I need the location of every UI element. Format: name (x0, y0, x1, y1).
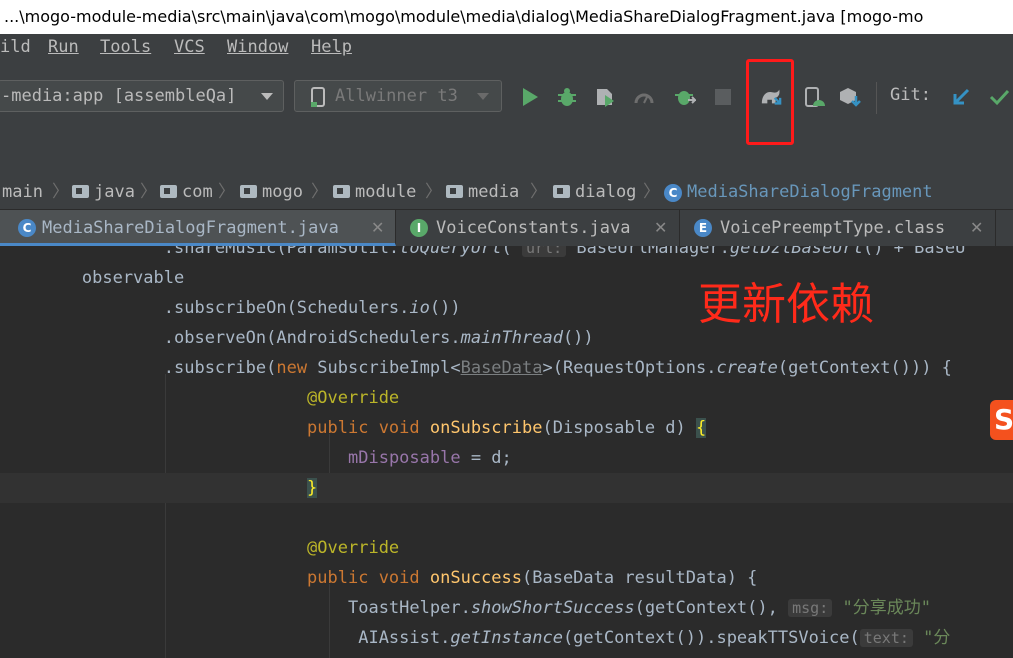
sdk-manager-icon[interactable] (839, 86, 861, 108)
tab-voice-preempt-type[interactable]: E VoicePreemptType.class ✕ (680, 210, 996, 246)
code-line: .shareMusic(ParamsUtil.toQueryUrl( url: … (0, 246, 1013, 263)
code-line: ToastHelper.showShortSuccess(getContext(… (0, 598, 931, 618)
breadcrumb-item[interactable]: media (446, 175, 519, 209)
tab-label: MediaShareDialogFragment.java (42, 218, 339, 238)
chevron-right-icon: 〉 (425, 182, 442, 202)
chevron-right-icon: 〉 (52, 182, 69, 202)
chevron-right-icon: 〉 (643, 182, 660, 202)
stop-icon[interactable] (712, 86, 734, 108)
chevron-right-icon: 〉 (530, 182, 547, 202)
chevron-down-icon (261, 93, 273, 100)
interface-icon: I (410, 219, 428, 237)
code-line: mDisposable = d; (348, 448, 512, 468)
breadcrumb-item[interactable]: C MediaShareDialogFragment (664, 175, 933, 209)
tab-media-share-dialog-fragment[interactable]: C MediaShareDialogFragment.java ✕ (0, 210, 396, 246)
breadcrumb: main 〉 java 〉 com 〉 mogo 〉 module 〉 medi… (0, 175, 1013, 209)
sogou-ime-badge[interactable]: S (990, 400, 1013, 440)
code-line: AIAssist.getInstance(getContext()).speak… (0, 628, 951, 648)
class-icon: C (664, 184, 682, 202)
code-line: .subscribe(new SubscribeImpl<BaseData>(R… (0, 358, 952, 378)
editor-tabs: C MediaShareDialogFragment.java ✕ I Voic… (0, 209, 1013, 246)
profile-icon[interactable] (633, 86, 655, 108)
git-label: Git: (890, 85, 931, 105)
highlight-box (746, 59, 794, 145)
breadcrumb-item[interactable]: dialog (553, 175, 636, 209)
device-select[interactable]: Allwinner t3 (294, 80, 502, 112)
folder-icon (333, 185, 350, 198)
avd-manager-icon[interactable] (803, 86, 825, 108)
code-line: public void onSubscribe(Disposable d) { (307, 418, 707, 438)
tab-label: VoiceConstants.java (436, 218, 631, 238)
folder-icon (72, 185, 89, 198)
device-label: Allwinner t3 (335, 86, 458, 106)
attach-debugger-icon[interactable] (674, 86, 696, 108)
chevron-right-icon: 〉 (311, 182, 328, 202)
folder-icon (240, 185, 257, 198)
menu-window[interactable]: Window (227, 34, 288, 60)
code-line: @Override (0, 388, 400, 408)
breadcrumb-item[interactable]: mogo (240, 175, 303, 209)
vcs-commit-icon[interactable] (988, 86, 1010, 108)
chevron-right-icon: 〉 (140, 182, 157, 202)
breadcrumb-item[interactable]: module (333, 175, 416, 209)
menu-vcs[interactable]: VCS (174, 34, 205, 60)
breadcrumb-item[interactable]: main (2, 175, 43, 209)
close-icon[interactable]: ✕ (654, 210, 667, 246)
enum-icon: E (694, 219, 712, 237)
chevron-right-icon: 〉 (218, 182, 235, 202)
folder-icon (160, 185, 177, 198)
close-icon[interactable]: ✕ (970, 210, 983, 246)
menu-help[interactable]: Help (311, 34, 352, 60)
code-line: @Override (0, 538, 400, 558)
code-line: public void onSuccess(BaseData resultDat… (307, 568, 758, 588)
menu-tools[interactable]: Tools (100, 34, 151, 60)
coverage-icon[interactable] (594, 86, 616, 108)
toolbar: -media:app [assembleQa] Allwinner t3 Git… (0, 60, 1013, 175)
toolbar-divider (876, 82, 877, 114)
debug-icon[interactable] (556, 86, 578, 108)
menu-run[interactable]: Run (48, 34, 79, 60)
tab-voice-constants[interactable]: I VoiceConstants.java ✕ (396, 210, 680, 246)
menu-build[interactable]: ild (0, 34, 31, 60)
window-title: ...\mogo-module-media\src\main\java\com\… (0, 0, 1013, 34)
phone-icon (311, 87, 325, 107)
class-icon: C (18, 219, 36, 237)
folder-icon (553, 185, 570, 198)
run-config-select[interactable]: -media:app [assembleQa] (0, 80, 284, 112)
code-line-current: } (0, 473, 1013, 503)
close-icon[interactable]: ✕ (371, 210, 384, 246)
menu-bar: ild Run Tools VCS Window Help (0, 34, 1013, 60)
tab-label: VoicePreemptType.class (720, 218, 946, 238)
vcs-update-icon[interactable] (950, 86, 972, 108)
chevron-down-icon (477, 93, 489, 100)
breadcrumb-item[interactable]: java (72, 175, 135, 209)
run-config-label: -media:app [assembleQa] (1, 86, 237, 106)
run-icon[interactable] (519, 86, 541, 108)
breadcrumb-item[interactable]: com (160, 175, 213, 209)
annotation-text: 更新依赖 (698, 279, 874, 330)
folder-icon (446, 185, 463, 198)
